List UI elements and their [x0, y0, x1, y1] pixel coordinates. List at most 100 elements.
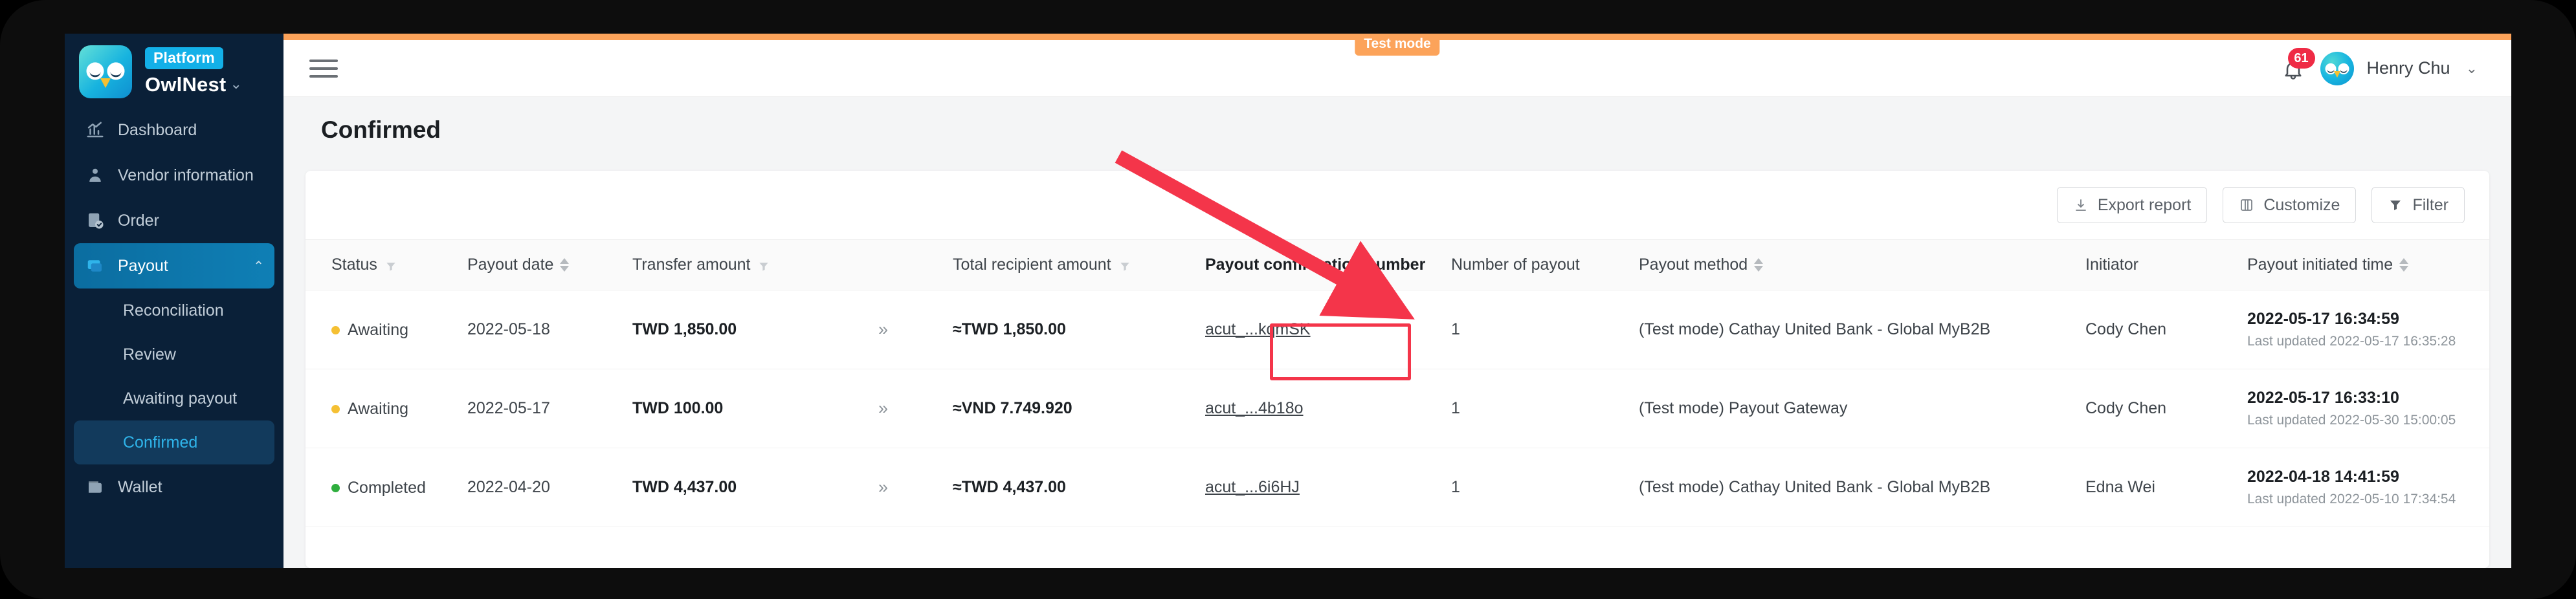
chevron-down-icon[interactable]: ⌄ — [2466, 60, 2478, 77]
column-header-payout-initiated-time[interactable]: Payout initiated time — [2247, 239, 2489, 290]
sidebar-item-vendor-information[interactable]: Vendor information — [74, 153, 274, 198]
table-toolbar: Export report Customize Filter — [305, 171, 2489, 239]
column-header-payout-date[interactable]: Payout date — [467, 239, 632, 290]
cell-payout-method: (Test mode) Cathay United Bank - Global … — [1639, 448, 2085, 527]
table-header-row: Status Payout date Transfer amount Total… — [305, 239, 2489, 290]
column-label: Initiator — [2085, 256, 2138, 274]
cell-payout-method: (Test mode) Cathay United Bank - Global … — [1639, 290, 2085, 369]
cell-total-recipient-amount: ≈VND 7.749.920 — [953, 369, 1205, 448]
cell-payout-date: 2022-05-18 — [467, 290, 632, 369]
notifications-button[interactable]: 61 — [2279, 47, 2315, 84]
payout-table: Status Payout date Transfer amount Total… — [305, 239, 2489, 527]
filter-label: Filter — [2412, 195, 2448, 214]
table-row[interactable]: Awaiting 2022-05-18 TWD 1,850.00 » ≈TWD … — [305, 290, 2489, 369]
sidebar-item-review[interactable]: Review — [74, 332, 274, 376]
sidebar-item-order[interactable]: Order — [74, 198, 274, 243]
cell-payout-date: 2022-05-17 — [467, 369, 632, 448]
sort-icon[interactable] — [2399, 258, 2409, 272]
sidebar-item-payout[interactable]: Payout ⌃ — [74, 243, 274, 289]
column-label: Number of payout — [1451, 256, 1580, 274]
sidebar-item-label: Order — [118, 211, 159, 230]
hamburger-menu-icon[interactable] — [309, 59, 338, 78]
column-header-transfer-amount[interactable]: Transfer amount — [632, 239, 878, 290]
status-dot — [331, 404, 340, 413]
cell-arrow: » — [878, 369, 953, 448]
column-label: Status — [331, 256, 377, 274]
column-header-status[interactable]: Status — [305, 239, 467, 290]
payout-confirmation-number-link[interactable]: acut_...4b18o — [1205, 399, 1304, 417]
sidebar-item-wallet[interactable]: Wallet — [74, 464, 274, 510]
last-updated: Last updated 2022-05-17 16:35:28 — [2247, 334, 2456, 349]
table-row[interactable]: Completed 2022-04-20 TWD 4,437.00 » ≈TWD… — [305, 448, 2489, 527]
column-header-number-of-payout[interactable]: Number of payout — [1451, 239, 1639, 290]
column-label: Payout method — [1639, 256, 1748, 274]
column-header-payout-method[interactable]: Payout method — [1639, 239, 2085, 290]
cell-payout-confirmation-number: acut_...6i6HJ — [1205, 448, 1451, 527]
table-row[interactable]: Awaiting 2022-05-17 TWD 100.00 » ≈VND 7.… — [305, 369, 2489, 448]
sidebar-item-reconciliation[interactable]: Reconciliation — [74, 289, 274, 332]
sidebar-subitem-label: Confirmed — [123, 433, 198, 452]
filter-button[interactable]: Filter — [2371, 187, 2465, 223]
cell-transfer-amount: TWD 100.00 — [632, 369, 878, 448]
cell-arrow: » — [878, 448, 953, 527]
filter-icon[interactable] — [384, 259, 398, 272]
cell-status: Awaiting — [305, 290, 467, 369]
sidebar-subitem-label: Reconciliation — [123, 301, 224, 320]
cell-total-recipient-amount: ≈TWD 4,437.00 — [953, 448, 1205, 527]
column-header-spacer — [878, 239, 953, 290]
last-updated: Last updated 2022-05-10 17:34:54 — [2247, 492, 2456, 506]
chevron-up-icon: ⌃ — [253, 259, 264, 274]
sidebar-item-dashboard[interactable]: Dashboard — [74, 107, 274, 153]
app-viewport: Platform OwlNest ⌄ Dashboard Vendor info… — [65, 34, 2511, 568]
chevron-down-icon[interactable]: ⌄ — [230, 76, 241, 96]
payout-confirmation-number-link[interactable]: acut_...6i6HJ — [1205, 478, 1300, 496]
horizontal-scrollbar[interactable] — [305, 559, 2489, 568]
status-label: Awaiting — [348, 320, 409, 339]
payout-confirmation-number-link[interactable]: acut_...kqmSK — [1205, 320, 1311, 338]
sidebar-item-confirmed[interactable]: Confirmed — [74, 420, 274, 464]
initiated-time: 2022-05-17 16:33:10 — [2247, 389, 2399, 407]
topbar-right: 61 Henry Chu ⌄ — [2279, 47, 2478, 85]
initiated-time: 2022-05-17 16:34:59 — [2247, 310, 2399, 328]
column-header-initiator[interactable]: Initiator — [2085, 239, 2247, 290]
sidebar: Platform OwlNest ⌄ Dashboard Vendor info… — [65, 34, 283, 568]
export-report-button[interactable]: Export report — [2056, 187, 2208, 223]
cell-transfer-amount: TWD 1,850.00 — [632, 290, 878, 369]
status-dot — [331, 483, 340, 492]
browser-frame: Platform OwlNest ⌄ Dashboard Vendor info… — [0, 0, 2576, 599]
cell-number-of-payout: 1 — [1451, 369, 1639, 448]
initiated-time: 2022-04-18 14:41:59 — [2247, 468, 2399, 486]
vendor-icon — [84, 164, 106, 186]
column-header-payout-confirmation-number[interactable]: Payout confirmation number — [1205, 239, 1451, 290]
order-icon — [84, 210, 106, 232]
payout-icon — [84, 255, 106, 277]
filter-icon[interactable] — [757, 259, 771, 272]
cell-initiator: Cody Chen — [2085, 369, 2247, 448]
avatar[interactable] — [2320, 51, 2354, 85]
cell-transfer-amount: TWD 4,437.00 — [632, 448, 878, 527]
column-label: Payout initiated time — [2247, 256, 2393, 274]
column-label: Payout date — [467, 256, 554, 274]
sort-icon[interactable] — [1754, 258, 1764, 272]
columns-icon — [2241, 199, 2253, 211]
cell-payout-confirmation-number: acut_...4b18o — [1205, 369, 1451, 448]
column-label: Total recipient amount — [953, 256, 1111, 274]
brand-header[interactable]: Platform OwlNest ⌄ — [65, 34, 283, 103]
table-body: Awaiting 2022-05-18 TWD 1,850.00 » ≈TWD … — [305, 290, 2489, 527]
sidebar-item-label: Vendor information — [118, 166, 254, 184]
sidebar-item-awaiting-payout[interactable]: Awaiting payout — [74, 376, 274, 420]
column-header-total-recipient-amount[interactable]: Total recipient amount — [953, 239, 1205, 290]
filter-icon — [2390, 201, 2401, 210]
customize-label: Customize — [2263, 195, 2340, 214]
test-mode-badge: Test mode — [1355, 34, 1440, 56]
filter-icon[interactable] — [1118, 259, 1132, 272]
sidebar-item-label: Dashboard — [118, 120, 197, 139]
cell-payout-method: (Test mode) Payout Gateway — [1639, 369, 2085, 448]
cell-payout-initiated-time: 2022-05-17 16:34:59 Last updated 2022-05… — [2247, 290, 2489, 369]
last-updated: Last updated 2022-05-30 15:00:05 — [2247, 413, 2456, 428]
customize-button[interactable]: Customize — [2223, 187, 2357, 223]
download-icon — [2075, 199, 2086, 211]
cell-number-of-payout: 1 — [1451, 290, 1639, 369]
cell-initiator: Edna Wei — [2085, 448, 2247, 527]
sort-icon[interactable] — [560, 258, 570, 272]
